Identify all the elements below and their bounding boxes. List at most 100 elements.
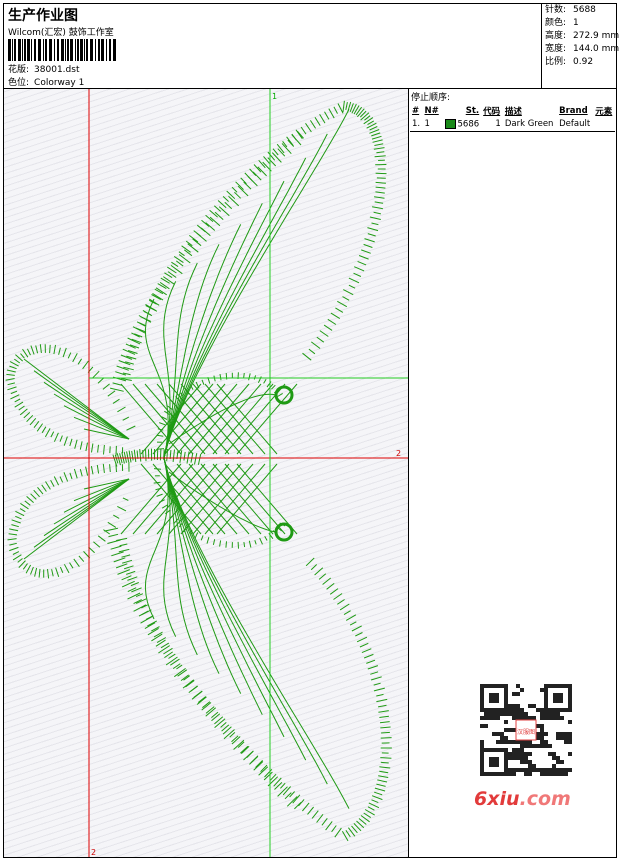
row-element	[593, 118, 615, 132]
row-description: Dark Green	[502, 118, 558, 132]
qr-module	[524, 760, 528, 764]
qr-module	[524, 756, 528, 760]
qr-module	[508, 740, 512, 744]
height-row: 高度: 272.9 mm	[545, 31, 620, 41]
qr-module	[564, 732, 568, 736]
qr-module	[504, 712, 508, 716]
qr-module	[540, 732, 544, 736]
qr-module	[524, 752, 528, 756]
qr-module	[548, 744, 552, 748]
qr-module	[556, 736, 560, 740]
lower-lattice	[120, 463, 298, 535]
qr-module	[560, 732, 564, 736]
qr-module	[516, 684, 520, 688]
qr-module	[500, 732, 504, 736]
qr-module	[512, 708, 516, 712]
barcode-bar	[77, 39, 79, 61]
qr-module	[500, 736, 504, 740]
embroidery-preview: 1 2 2	[4, 89, 408, 857]
qr-module	[540, 708, 544, 712]
qr-module	[504, 720, 508, 724]
lattice-line	[188, 383, 250, 455]
barcode-bar	[101, 39, 104, 61]
qr-module	[516, 708, 520, 712]
qr-module	[536, 708, 540, 712]
barcode-bar	[109, 39, 111, 61]
width-row: 宽度: 144.0 mm	[545, 44, 620, 54]
qr-module	[540, 724, 544, 728]
qr-module	[516, 704, 520, 708]
lattice-line	[200, 383, 262, 455]
software-subtitle: Wilcom(汇宏) 鼓饰工作室	[8, 28, 114, 38]
qr-module	[504, 728, 508, 732]
qr-module	[536, 744, 540, 748]
design-scale: 0.92	[573, 57, 594, 67]
qr-module	[500, 740, 504, 744]
barcode-bar	[43, 39, 44, 61]
lower-small-wing-vein	[43, 478, 130, 537]
qr-module	[568, 736, 572, 740]
barcode-bar	[12, 39, 13, 61]
logo-part-2: .com	[519, 788, 571, 810]
row-n: 1	[422, 118, 442, 132]
barcode-bar	[70, 39, 73, 61]
qr-module	[568, 752, 572, 756]
qr-module	[520, 748, 524, 752]
row-brand: Default	[557, 118, 594, 132]
qr-module	[528, 744, 532, 748]
qr-module	[516, 712, 520, 716]
qr-module	[528, 704, 532, 708]
qr-module	[548, 752, 552, 756]
qr-module	[516, 740, 520, 744]
qr-module	[512, 692, 516, 696]
row-code: 1	[481, 118, 503, 132]
barcode-bar	[14, 39, 16, 61]
qr-module	[528, 752, 532, 756]
barcode-bar	[106, 39, 107, 61]
upper-wing-vein	[163, 180, 285, 459]
qr-module	[540, 712, 544, 716]
barcode-bar	[18, 39, 21, 61]
lattice-line	[144, 463, 206, 535]
guide-label-bottom: 2	[91, 848, 96, 857]
barcode-bar	[45, 39, 47, 61]
col-stitches: St.	[465, 106, 480, 116]
site-logo: 6xiu.com	[474, 788, 571, 810]
qr-module	[524, 712, 528, 716]
table-row: 1. 1 5686 1 Dark Green Default	[410, 118, 615, 132]
qr-code: 汉服图	[480, 684, 572, 776]
qr-module	[496, 732, 500, 736]
header-left: 生产作业图 Wilcom(汇宏) 鼓饰工作室 花版: 38001.dst 色位: C…	[4, 4, 542, 88]
barcode-bar	[54, 39, 55, 61]
qr-code-graphic: 汉服图	[480, 684, 572, 776]
barcode-bar	[38, 39, 41, 61]
qr-module	[520, 712, 524, 716]
qr-module	[496, 716, 500, 720]
lattice-line	[204, 383, 266, 455]
guide-label-right: 2	[396, 449, 401, 458]
qr-module	[564, 772, 568, 776]
qr-module	[512, 704, 516, 708]
lower-small-wing-vein	[33, 478, 130, 548]
colorway-label: 色位:	[8, 78, 30, 88]
qr-module	[568, 720, 572, 724]
lower-lattice-outline	[153, 468, 286, 549]
qr-module	[536, 768, 540, 772]
row-stitches-cell: 5686	[441, 118, 482, 132]
qr-module	[556, 732, 560, 736]
lattice-line	[140, 463, 202, 535]
design-info-panel: 针数: 5688 颜色: 1 高度: 272.9 mm 宽度: 144.0 mm 比例:…	[542, 4, 620, 88]
barcode-bar	[22, 39, 23, 61]
qr-module	[544, 716, 548, 720]
qr-module	[528, 740, 532, 744]
stitch-count: 5688	[573, 5, 596, 15]
logo-part-1: 6xiu	[474, 788, 520, 810]
qr-module	[552, 756, 556, 760]
lattice-line	[224, 463, 286, 535]
qr-module	[508, 704, 512, 708]
qr-module	[568, 732, 572, 736]
qr-module	[544, 732, 548, 736]
lattice-line	[204, 463, 266, 535]
barcode-bar	[24, 39, 26, 61]
qr-module	[520, 716, 524, 720]
